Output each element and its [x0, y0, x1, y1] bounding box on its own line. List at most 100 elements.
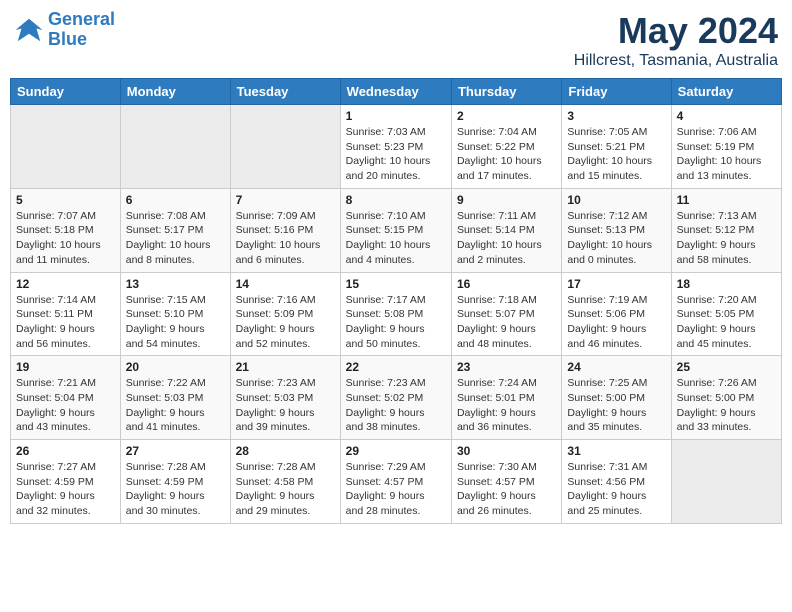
calendar-title: May 2024 — [574, 10, 778, 52]
day-number: 6 — [126, 193, 225, 207]
day-number: 9 — [457, 193, 556, 207]
day-info: Sunrise: 7:06 AM Sunset: 5:19 PM Dayligh… — [677, 125, 776, 184]
day-info: Sunrise: 7:21 AM Sunset: 5:04 PM Dayligh… — [16, 376, 115, 435]
calendar-day-cell: 13 Sunrise: 7:15 AM Sunset: 5:10 PM Dayli… — [120, 272, 230, 356]
calendar-day-cell: 18 Sunrise: 7:20 AM Sunset: 5:05 PM Dayli… — [671, 272, 781, 356]
day-number: 19 — [16, 360, 115, 374]
calendar-day-cell: 24 Sunrise: 7:25 AM Sunset: 5:00 PM Dayli… — [562, 356, 671, 440]
day-info: Sunrise: 7:03 AM Sunset: 5:23 PM Dayligh… — [346, 125, 446, 184]
day-info: Sunrise: 7:11 AM Sunset: 5:14 PM Dayligh… — [457, 209, 556, 268]
weekday-header: Wednesday — [340, 79, 451, 105]
calendar-week-row: 12 Sunrise: 7:14 AM Sunset: 5:11 PM Dayli… — [11, 272, 782, 356]
day-number: 2 — [457, 109, 556, 123]
day-number: 11 — [677, 193, 776, 207]
day-number: 10 — [567, 193, 665, 207]
day-info: Sunrise: 7:05 AM Sunset: 5:21 PM Dayligh… — [567, 125, 665, 184]
weekday-header: Friday — [562, 79, 671, 105]
logo-blue: Blue — [48, 29, 87, 49]
calendar-week-row: 26 Sunrise: 7:27 AM Sunset: 4:59 PM Dayli… — [11, 440, 782, 524]
day-number: 24 — [567, 360, 665, 374]
day-number: 4 — [677, 109, 776, 123]
calendar-table: SundayMondayTuesdayWednesdayThursdayFrid… — [10, 78, 782, 524]
day-info: Sunrise: 7:12 AM Sunset: 5:13 PM Dayligh… — [567, 209, 665, 268]
day-info: Sunrise: 7:17 AM Sunset: 5:08 PM Dayligh… — [346, 293, 446, 352]
calendar-day-cell: 28Sunrise: 7:28 AM Sunset: 4:58 PM Dayli… — [230, 440, 340, 524]
day-number: 28 — [236, 444, 335, 458]
calendar-week-row: 1Sunrise: 7:03 AM Sunset: 5:23 PM Daylig… — [11, 105, 782, 189]
day-info: Sunrise: 7:19 AM Sunset: 5:06 PM Dayligh… — [567, 293, 665, 352]
calendar-day-cell: 14 Sunrise: 7:16 AM Sunset: 5:09 PM Dayli… — [230, 272, 340, 356]
weekday-header: Monday — [120, 79, 230, 105]
day-number: 16 — [457, 277, 556, 291]
weekday-header: Thursday — [451, 79, 561, 105]
day-number: 23 — [457, 360, 556, 374]
day-info: Sunrise: 7:16 AM Sunset: 5:09 PM Dayligh… — [236, 293, 335, 352]
day-info: Sunrise: 7:22 AM Sunset: 5:03 PM Dayligh… — [126, 376, 225, 435]
calendar-day-cell: 20 Sunrise: 7:22 AM Sunset: 5:03 PM Dayli… — [120, 356, 230, 440]
calendar-day-cell — [120, 105, 230, 189]
day-info: Sunrise: 7:23 AM Sunset: 5:03 PM Dayligh… — [236, 376, 335, 435]
day-info: Sunrise: 7:04 AM Sunset: 5:22 PM Dayligh… — [457, 125, 556, 184]
day-number: 3 — [567, 109, 665, 123]
day-number: 22 — [346, 360, 446, 374]
weekday-header: Saturday — [671, 79, 781, 105]
day-number: 14 — [236, 277, 335, 291]
calendar-day-cell: 12 Sunrise: 7:14 AM Sunset: 5:11 PM Dayli… — [11, 272, 121, 356]
day-info: Sunrise: 7:29 AM Sunset: 4:57 PM Dayligh… — [346, 460, 446, 519]
day-number: 27 — [126, 444, 225, 458]
day-info: Sunrise: 7:08 AM Sunset: 5:17 PM Dayligh… — [126, 209, 225, 268]
logo-text: General Blue — [48, 10, 115, 50]
day-info: Sunrise: 7:24 AM Sunset: 5:01 PM Dayligh… — [457, 376, 556, 435]
day-info: Sunrise: 7:25 AM Sunset: 5:00 PM Dayligh… — [567, 376, 665, 435]
day-number: 18 — [677, 277, 776, 291]
day-info: Sunrise: 7:13 AM Sunset: 5:12 PM Dayligh… — [677, 209, 776, 268]
day-info: Sunrise: 7:14 AM Sunset: 5:11 PM Dayligh… — [16, 293, 115, 352]
day-number: 21 — [236, 360, 335, 374]
calendar-day-cell: 21 Sunrise: 7:23 AM Sunset: 5:03 PM Dayli… — [230, 356, 340, 440]
day-number: 8 — [346, 193, 446, 207]
calendar-day-cell: 8 Sunrise: 7:10 AM Sunset: 5:15 PM Daylig… — [340, 188, 451, 272]
calendar-week-row: 5Sunrise: 7:07 AM Sunset: 5:18 PM Daylig… — [11, 188, 782, 272]
day-info: Sunrise: 7:15 AM Sunset: 5:10 PM Dayligh… — [126, 293, 225, 352]
calendar-week-row: 19 Sunrise: 7:21 AM Sunset: 5:04 PM Dayli… — [11, 356, 782, 440]
day-number: 30 — [457, 444, 556, 458]
day-number: 25 — [677, 360, 776, 374]
day-number: 29 — [346, 444, 446, 458]
day-number: 5 — [16, 193, 115, 207]
calendar-day-cell — [230, 105, 340, 189]
day-info: Sunrise: 7:27 AM Sunset: 4:59 PM Dayligh… — [16, 460, 115, 519]
calendar-day-cell: 6 Sunrise: 7:08 AM Sunset: 5:17 PM Daylig… — [120, 188, 230, 272]
title-area: May 2024 Hillcrest, Tasmania, Australia — [574, 10, 778, 70]
logo: General Blue — [14, 10, 115, 50]
day-number: 20 — [126, 360, 225, 374]
calendar-day-cell — [11, 105, 121, 189]
calendar-day-cell: 15Sunrise: 7:17 AM Sunset: 5:08 PM Dayli… — [340, 272, 451, 356]
calendar-day-cell: 31Sunrise: 7:31 AM Sunset: 4:56 PM Dayli… — [562, 440, 671, 524]
calendar-day-cell: 3 Sunrise: 7:05 AM Sunset: 5:21 PM Daylig… — [562, 105, 671, 189]
day-info: Sunrise: 7:23 AM Sunset: 5:02 PM Dayligh… — [346, 376, 446, 435]
day-number: 17 — [567, 277, 665, 291]
weekday-header-row: SundayMondayTuesdayWednesdayThursdayFrid… — [11, 79, 782, 105]
day-number: 12 — [16, 277, 115, 291]
day-number: 13 — [126, 277, 225, 291]
logo-general: General — [48, 9, 115, 29]
calendar-day-cell: 1Sunrise: 7:03 AM Sunset: 5:23 PM Daylig… — [340, 105, 451, 189]
day-info: Sunrise: 7:28 AM Sunset: 4:59 PM Dayligh… — [126, 460, 225, 519]
day-number: 26 — [16, 444, 115, 458]
calendar-day-cell: 2 Sunrise: 7:04 AM Sunset: 5:22 PM Daylig… — [451, 105, 561, 189]
day-info: Sunrise: 7:10 AM Sunset: 5:15 PM Dayligh… — [346, 209, 446, 268]
header: General Blue May 2024 Hillcrest, Tasmani… — [10, 10, 782, 70]
calendar-day-cell: 17 Sunrise: 7:19 AM Sunset: 5:06 PM Dayli… — [562, 272, 671, 356]
calendar-day-cell: 9 Sunrise: 7:11 AM Sunset: 5:14 PM Daylig… — [451, 188, 561, 272]
day-info: Sunrise: 7:20 AM Sunset: 5:05 PM Dayligh… — [677, 293, 776, 352]
day-number: 31 — [567, 444, 665, 458]
day-info: Sunrise: 7:09 AM Sunset: 5:16 PM Dayligh… — [236, 209, 335, 268]
calendar-day-cell: 5Sunrise: 7:07 AM Sunset: 5:18 PM Daylig… — [11, 188, 121, 272]
weekday-header: Tuesday — [230, 79, 340, 105]
day-info: Sunrise: 7:18 AM Sunset: 5:07 PM Dayligh… — [457, 293, 556, 352]
logo-icon — [14, 15, 44, 45]
day-info: Sunrise: 7:26 AM Sunset: 5:00 PM Dayligh… — [677, 376, 776, 435]
calendar-day-cell: 11 Sunrise: 7:13 AM Sunset: 5:12 PM Dayli… — [671, 188, 781, 272]
calendar-day-cell: 26 Sunrise: 7:27 AM Sunset: 4:59 PM Dayli… — [11, 440, 121, 524]
calendar-day-cell: 29 Sunrise: 7:29 AM Sunset: 4:57 PM Dayli… — [340, 440, 451, 524]
